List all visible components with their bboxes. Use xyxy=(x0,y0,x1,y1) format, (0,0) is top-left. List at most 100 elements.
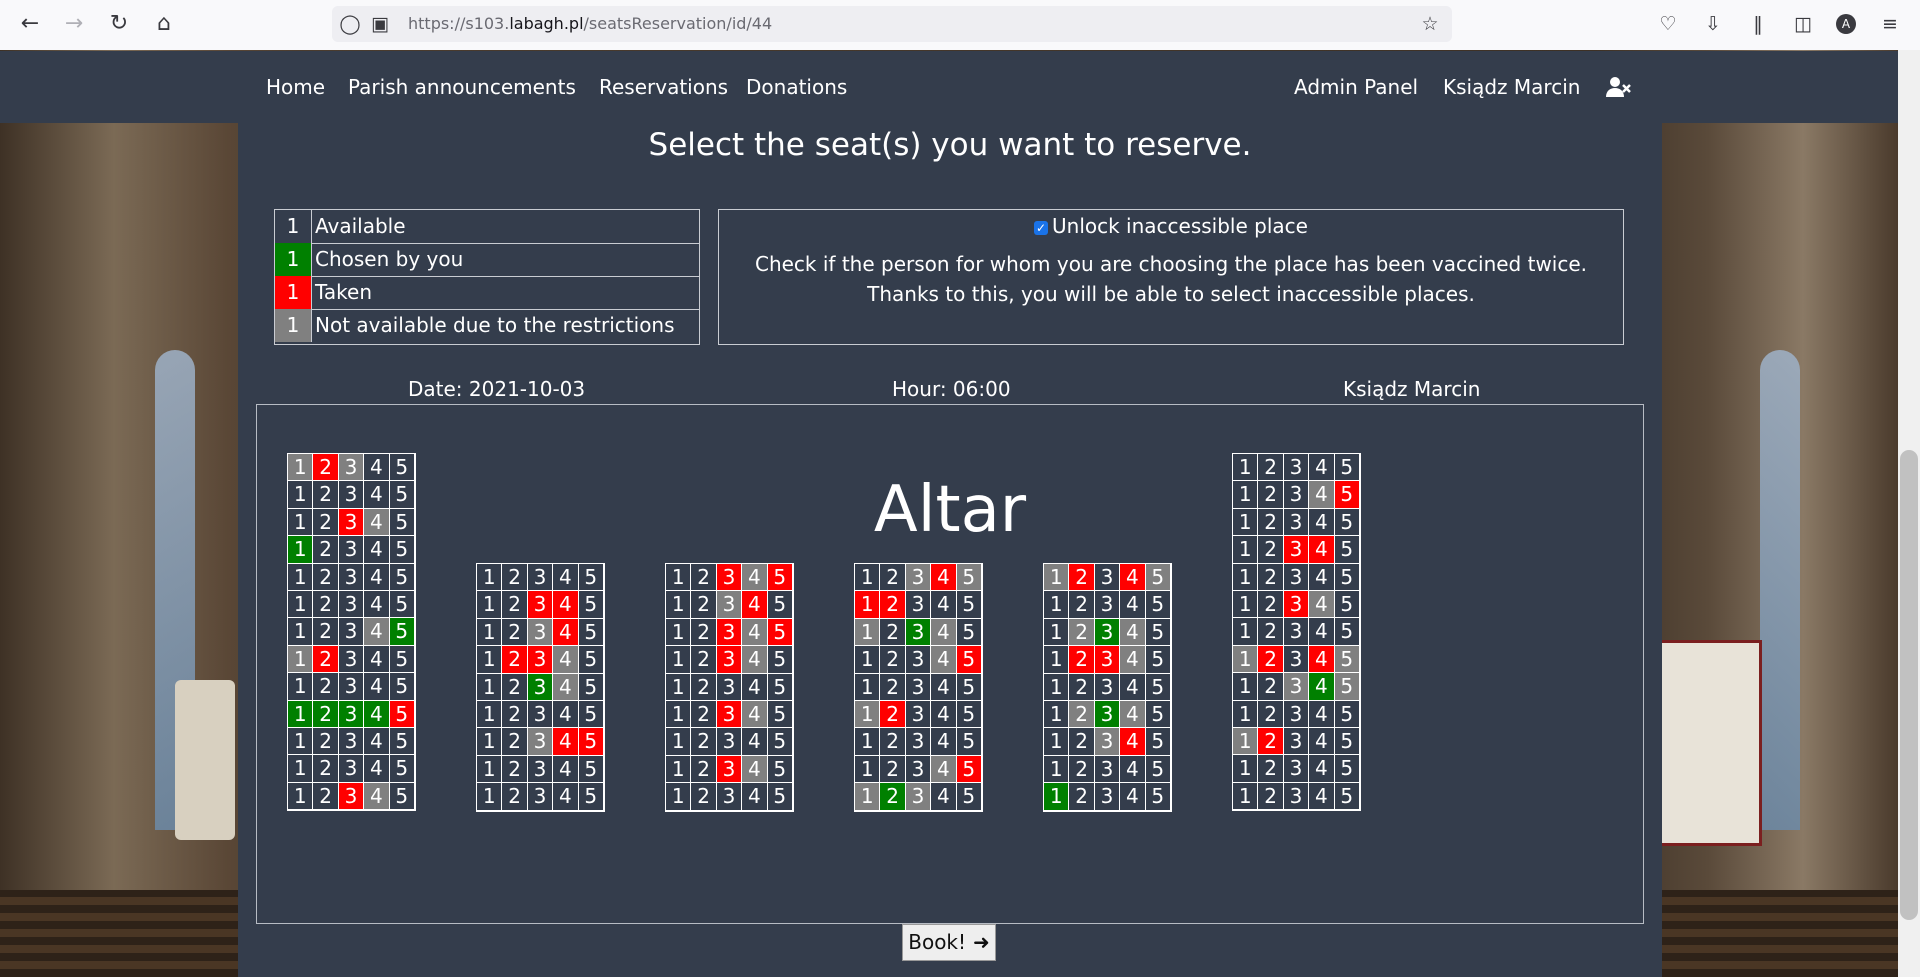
seat-taken[interactable]: 4 xyxy=(553,591,579,619)
seat-available[interactable]: 5 xyxy=(1334,782,1360,811)
url-text[interactable]: https://s103.labagh.pl/seatsReservation/… xyxy=(408,14,772,33)
seat-chosen[interactable]: 5 xyxy=(389,618,415,646)
seat-restricted[interactable]: 4 xyxy=(364,618,390,646)
seat-available[interactable]: 4 xyxy=(1120,673,1146,701)
seat-available[interactable]: 4 xyxy=(553,564,579,592)
seat-restricted[interactable]: 4 xyxy=(1120,701,1146,729)
seat-available[interactable]: 4 xyxy=(742,783,768,811)
seat-available[interactable]: 4 xyxy=(1309,563,1335,591)
seat-available[interactable]: 2 xyxy=(1258,782,1284,811)
seat-available[interactable]: 5 xyxy=(389,728,415,756)
bookmark-star-icon[interactable]: ☆ xyxy=(1418,12,1442,36)
seat-taken[interactable]: 5 xyxy=(767,564,793,592)
seat-available[interactable]: 1 xyxy=(1233,454,1259,482)
seat-available[interactable]: 5 xyxy=(1145,618,1171,647)
seat-available[interactable]: 1 xyxy=(288,591,314,619)
seat-available[interactable]: 1 xyxy=(477,618,503,647)
seat-taken[interactable]: 4 xyxy=(742,591,768,619)
seat-chosen[interactable]: 1 xyxy=(1044,783,1070,811)
seat-available[interactable]: 2 xyxy=(1258,563,1284,591)
seat-taken[interactable]: 2 xyxy=(1258,645,1284,674)
seat-taken[interactable]: 3 xyxy=(716,618,743,647)
seat-chosen[interactable]: 3 xyxy=(527,673,554,701)
seat-taken[interactable]: 4 xyxy=(1309,645,1335,674)
seat-available[interactable]: 1 xyxy=(1233,508,1259,537)
seat-taken[interactable]: 3 xyxy=(338,508,365,537)
seat-restricted[interactable]: 1 xyxy=(288,645,314,674)
seat-available[interactable]: 3 xyxy=(338,536,365,564)
seat-available[interactable]: 1 xyxy=(855,646,881,674)
nav-parish-announcements[interactable]: Parish announcements xyxy=(348,75,576,99)
seat-available[interactable]: 5 xyxy=(1334,728,1360,756)
seat-available[interactable]: 1 xyxy=(1233,755,1259,783)
seat-taken[interactable]: 2 xyxy=(313,645,339,674)
seat-restricted[interactable]: 3 xyxy=(716,591,743,619)
seat-available[interactable]: 2 xyxy=(1258,508,1284,537)
seat-available[interactable]: 2 xyxy=(313,481,339,509)
seat-restricted[interactable]: 5 xyxy=(1145,564,1171,592)
seat-restricted[interactable]: 1 xyxy=(1044,564,1070,592)
seat-available[interactable]: 3 xyxy=(1283,782,1310,811)
seat-available[interactable]: 4 xyxy=(364,728,390,756)
seat-restricted[interactable]: 4 xyxy=(931,646,957,674)
seat-available[interactable]: 4 xyxy=(1120,755,1146,784)
seat-available[interactable]: 2 xyxy=(691,728,717,756)
reload-icon[interactable]: ↻ xyxy=(107,12,131,36)
seat-available[interactable]: 5 xyxy=(1145,673,1171,701)
seat-chosen[interactable]: 3 xyxy=(338,700,365,728)
seat-available[interactable]: 1 xyxy=(477,783,503,811)
logout-user-icon[interactable] xyxy=(1606,76,1632,98)
seat-available[interactable]: 1 xyxy=(855,728,881,756)
download-icon[interactable]: ⇩ xyxy=(1701,12,1725,36)
seat-taken[interactable]: 3 xyxy=(716,701,743,729)
seat-taken[interactable]: 4 xyxy=(1120,564,1146,592)
seat-restricted[interactable]: 5 xyxy=(1334,645,1360,674)
seat-available[interactable]: 3 xyxy=(527,701,554,729)
seat-undefined[interactable]: 2 xyxy=(1258,536,1284,564)
seat-available[interactable]: 1 xyxy=(855,564,881,592)
nav-admin-panel[interactable]: Admin Panel xyxy=(1294,75,1418,99)
seat-available[interactable]: 2 xyxy=(880,673,906,701)
seat-available[interactable]: 5 xyxy=(767,701,793,729)
seat-undefined[interactable]: 2 xyxy=(1069,783,1095,811)
seat-taken[interactable]: 4 xyxy=(553,728,579,756)
seat-available[interactable]: 5 xyxy=(578,783,604,811)
seat-available[interactable]: 2 xyxy=(1258,454,1284,482)
seat-available[interactable]: 5 xyxy=(1145,701,1171,729)
seat-available[interactable]: 1 xyxy=(1044,618,1070,647)
seat-restricted[interactable]: 5 xyxy=(956,564,982,592)
seat-available[interactable]: 2 xyxy=(502,728,528,756)
seat-available[interactable]: 2 xyxy=(1258,618,1284,646)
seat-available[interactable]: 1 xyxy=(1044,701,1070,729)
seat-taken[interactable]: 4 xyxy=(1120,728,1146,756)
seat-available[interactable]: 1 xyxy=(666,591,692,619)
seat-taken[interactable]: 4 xyxy=(553,618,579,647)
book-button[interactable]: Book! ➜ xyxy=(902,924,996,961)
seat-available[interactable]: 1 xyxy=(666,673,692,701)
seat-taken[interactable]: 2 xyxy=(502,646,528,674)
shield-icon[interactable]: ◯ xyxy=(338,12,362,36)
seat-restricted[interactable]: 4 xyxy=(742,564,768,592)
seat-available[interactable]: 5 xyxy=(389,673,415,701)
seat-available[interactable]: 4 xyxy=(1309,728,1335,756)
seat-available[interactable]: 1 xyxy=(666,701,692,729)
seat-available[interactable]: 5 xyxy=(956,673,982,701)
seat-available[interactable]: 2 xyxy=(1069,755,1095,784)
profile-avatar[interactable]: A xyxy=(1836,14,1856,34)
seat-available[interactable]: 1 xyxy=(288,508,314,537)
seat-available[interactable]: 4 xyxy=(364,536,390,564)
seat-taken[interactable]: 5 xyxy=(578,728,604,756)
seat-available[interactable]: 2 xyxy=(313,591,339,619)
seat-available[interactable]: 5 xyxy=(389,563,415,591)
seat-available[interactable]: 5 xyxy=(767,783,793,811)
seat-available[interactable]: 1 xyxy=(1044,591,1070,619)
seat-available[interactable]: 3 xyxy=(1283,508,1310,537)
seat-available[interactable]: 2 xyxy=(502,564,528,592)
seat-available[interactable]: 2 xyxy=(1069,673,1095,701)
seat-available[interactable]: 5 xyxy=(389,755,415,783)
seat-available[interactable]: 5 xyxy=(767,673,793,701)
seat-available[interactable]: 2 xyxy=(1069,591,1095,619)
seat-undefined[interactable]: 2 xyxy=(1258,591,1284,619)
seat-available[interactable]: 4 xyxy=(1120,591,1146,619)
seat-taken[interactable]: 2 xyxy=(880,591,906,619)
